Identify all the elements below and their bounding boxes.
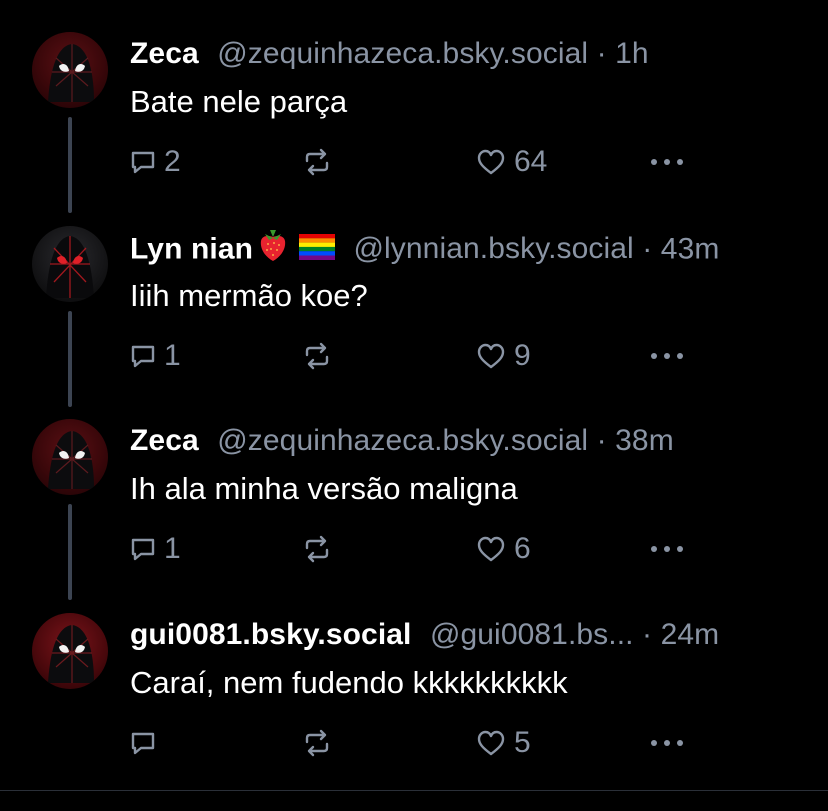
post-actions: 1 9 [130, 336, 690, 376]
like-button[interactable]: 6 [476, 529, 531, 569]
separator: · [633, 232, 661, 266]
display-name[interactable]: Lyn nian [130, 232, 253, 265]
reply-icon [131, 345, 155, 368]
like-button[interactable]: 5 [476, 723, 531, 763]
more-icon [651, 159, 683, 165]
post[interactable]: gui0081.bsky.social @gui0081.bs... · 24m… [0, 581, 828, 775]
timestamp[interactable]: 24m [661, 618, 720, 651]
post-header: Lyn nian @lynnian.bsky.social · 43m [130, 228, 719, 268]
spiderman-avatar-icon [48, 44, 94, 102]
post-actions: 1 6 [130, 529, 690, 569]
thread-view: Zeca @zequinhazeca.bsky.social · 1h Bate… [0, 0, 828, 811]
repost-icon [305, 342, 329, 370]
post-header: gui0081.bsky.social @gui0081.bs... · 24m [130, 615, 719, 655]
display-name[interactable]: Zeca [130, 424, 199, 457]
more-options-button[interactable] [650, 723, 684, 763]
post[interactable]: Zeca @zequinhazeca.bsky.social · 38m Ih … [0, 387, 828, 600]
repost-button[interactable] [302, 336, 340, 376]
reply-button[interactable]: 1 [130, 529, 181, 569]
heart-icon [477, 343, 505, 369]
avatar[interactable] [32, 226, 108, 302]
reply-button[interactable]: 1 [130, 336, 181, 376]
post-actions: 2 64 [130, 142, 690, 182]
avatar[interactable] [32, 419, 108, 495]
post-actions: 5 [130, 723, 690, 763]
more-options-button[interactable] [650, 142, 684, 182]
repost-icon [305, 729, 329, 757]
spiderman-avatar-icon [48, 431, 94, 489]
handle[interactable]: @gui0081.bs... [430, 618, 634, 651]
more-options-button[interactable] [650, 336, 684, 376]
heart-icon [477, 536, 505, 562]
more-icon [651, 353, 683, 359]
post-header: Zeca @zequinhazeca.bsky.social · 38m [130, 421, 674, 461]
post-text: Bate nele parça [130, 84, 348, 119]
reply-icon [131, 732, 155, 755]
reply-icon [131, 538, 155, 561]
strawberry-icon [257, 228, 289, 273]
separator: · [588, 37, 616, 70]
reply-count: 2 [164, 145, 181, 178]
heart-icon [477, 730, 505, 756]
spiderman-avatar-icon [48, 625, 94, 683]
heart-icon [477, 149, 505, 175]
timestamp[interactable]: 1h [615, 37, 649, 70]
timestamp[interactable]: 43m [661, 232, 720, 265]
like-button[interactable]: 64 [476, 142, 547, 182]
avatar[interactable] [32, 32, 108, 108]
divider [0, 790, 828, 791]
rainbow-flag-icon [299, 231, 336, 271]
handle[interactable]: @lynnian.bsky.social [353, 232, 633, 265]
reply-count: 1 [164, 339, 181, 372]
repost-button[interactable] [302, 142, 340, 182]
repost-icon [305, 535, 329, 563]
like-button[interactable]: 9 [476, 336, 531, 376]
like-count: 6 [514, 532, 531, 565]
handle[interactable]: @zequinhazeca.bsky.social [217, 37, 588, 70]
like-count: 5 [514, 726, 531, 759]
more-icon [651, 740, 683, 746]
post-text: Caraí, nem fudendo kkkkkkkkkk [130, 665, 568, 700]
display-name[interactable]: gui0081.bsky.social [130, 618, 412, 651]
reply-button[interactable] [130, 723, 164, 763]
more-icon [651, 546, 683, 552]
avatar[interactable] [32, 613, 108, 689]
repost-button[interactable] [302, 723, 340, 763]
display-name[interactable]: Zeca [130, 37, 199, 70]
repost-button[interactable] [302, 529, 340, 569]
post[interactable]: Lyn nian @lynnian.bsky.social · 43m Iiih… [0, 194, 828, 407]
post-header: Zeca @zequinhazeca.bsky.social · 1h [130, 34, 649, 74]
spiderman-avatar-icon [46, 236, 94, 298]
more-options-button[interactable] [650, 529, 684, 569]
like-count: 9 [514, 339, 531, 372]
reply-count: 1 [164, 532, 181, 565]
like-count: 64 [514, 145, 548, 178]
separator: · [633, 618, 661, 651]
reply-icon [131, 151, 155, 174]
repost-icon [305, 148, 329, 176]
handle[interactable]: @zequinhazeca.bsky.social [217, 424, 588, 457]
post-text: Iiih mermão koe? [130, 278, 368, 313]
post-text: Ih ala minha versão maligna [130, 471, 518, 506]
separator: · [588, 424, 616, 457]
timestamp[interactable]: 38m [615, 424, 674, 457]
reply-button[interactable]: 2 [130, 142, 181, 182]
post[interactable]: Zeca @zequinhazeca.bsky.social · 1h Bate… [0, 0, 828, 213]
